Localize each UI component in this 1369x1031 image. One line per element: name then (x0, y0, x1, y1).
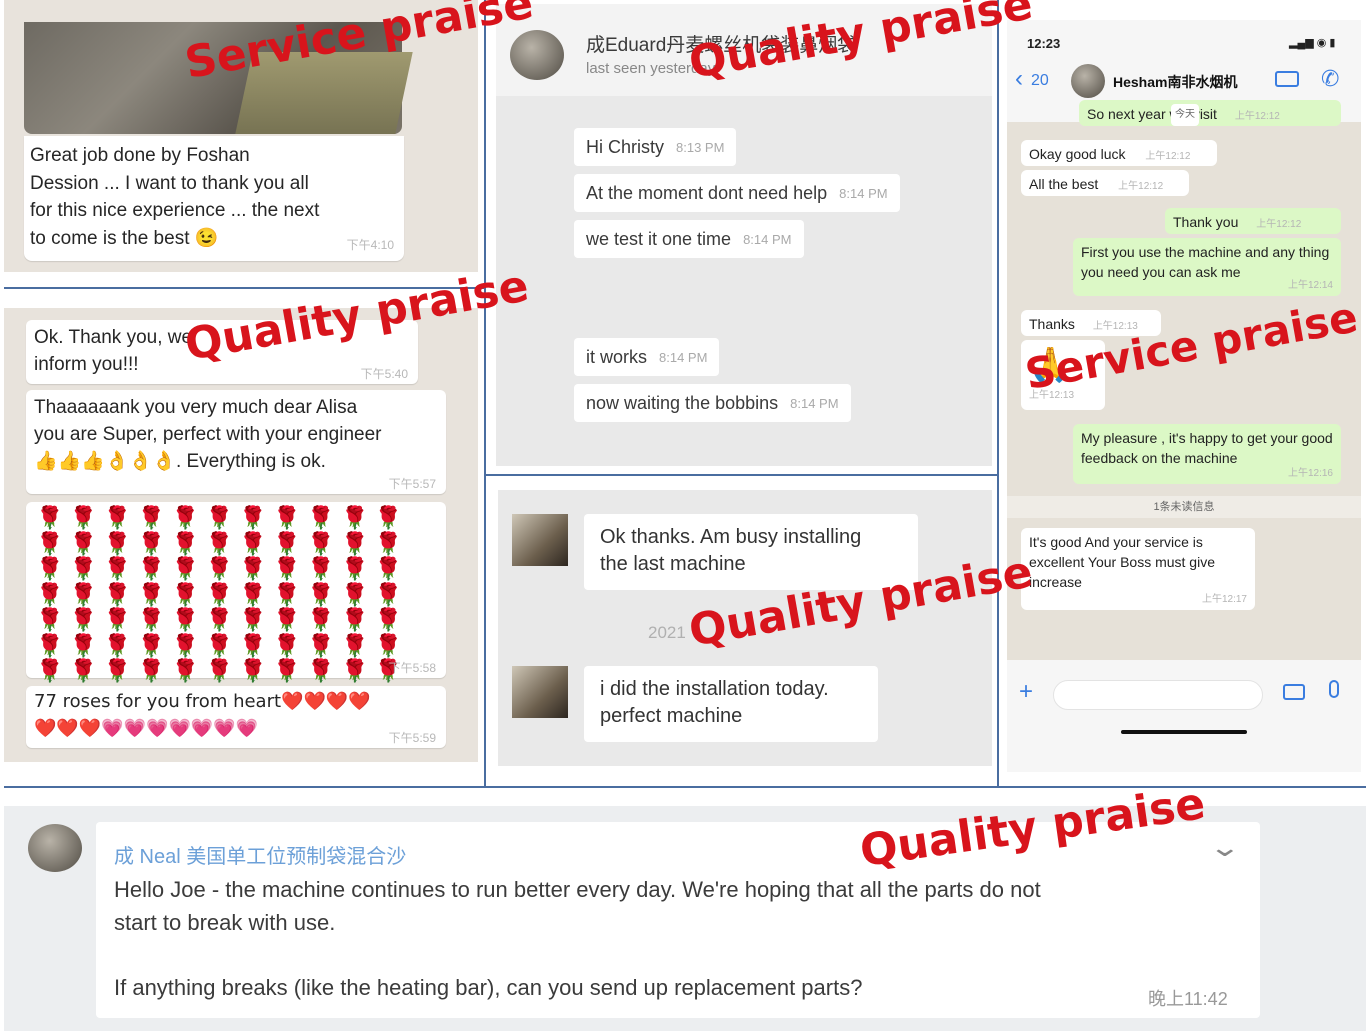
avatar[interactable] (1071, 64, 1105, 98)
back-count[interactable]: 20 (1031, 72, 1049, 90)
message-bubble: My pleasure , it's happy to get your goo… (1073, 424, 1341, 484)
message-line: to come is the best 😉 (30, 227, 219, 249)
microphone-icon[interactable] (1329, 680, 1339, 698)
timestamp: 8:14 PM (839, 185, 888, 201)
panel-alisa: Ok. Thank you, we inform you!!! 下午5:40 T… (4, 308, 478, 762)
back-chevron-icon[interactable]: ‹ (1015, 66, 1023, 92)
roses-grid: 🌹🌹🌹🌹🌹🌹🌹🌹🌹🌹🌹🌹🌹🌹🌹🌹🌹🌹🌹🌹🌹🌹🌹🌹🌹🌹🌹🌹🌹🌹🌹🌹🌹🌹🌹🌹🌹🌹🌹🌹… (36, 506, 409, 684)
message-bubble: It's good And your service is excellent … (1021, 528, 1255, 610)
message-text: Okay good luck (1029, 146, 1126, 162)
message-line: for this nice experience ... the next (30, 200, 320, 221)
avatar[interactable] (510, 30, 564, 80)
timestamp: 晚上11:42 (1148, 989, 1228, 1009)
timestamp: 8:14 PM (790, 395, 839, 411)
message-bubble: Thaaaaaank you very much dear Alisa you … (26, 390, 446, 494)
message-input[interactable] (1053, 680, 1263, 710)
timestamp: 下午4:10 (346, 238, 394, 252)
message-bubble: 🌹🌹🌹🌹🌹🌹🌹🌹🌹🌹🌹🌹🌹🌹🌹🌹🌹🌹🌹🌹🌹🌹🌹🌹🌹🌹🌹🌹🌹🌹🌹🌹🌹🌹🌹🌹🌹🌹🌹🌹… (26, 502, 446, 684)
message-card: 成 Neal 美国单工位预制袋混合沙 ⌄ Hello Joe - the mac… (96, 822, 1260, 1018)
status-time: 12:23 (1027, 36, 1061, 51)
timestamp: 上午12:17 (1201, 594, 1247, 605)
message-line: the last machine (600, 553, 746, 575)
divider (486, 474, 998, 476)
message-bubble: At the moment dont need help 8:14 PM (574, 174, 900, 212)
message-bubble: Great job done by Foshan Dession ... I w… (24, 136, 404, 261)
panel-phone: 12:23 ▂▄▆ ◉ ▮ ‹ 20 Hesham南非水烟机 ✆ So next… (1007, 20, 1361, 772)
message-bubble: it works 8:14 PM (574, 338, 720, 376)
contact-name[interactable]: Hesham南非水烟机 (1113, 72, 1237, 92)
message-line: you are Super, perfect with your enginee… (34, 424, 382, 445)
divider (997, 0, 999, 786)
message-text: Thank you (1173, 214, 1239, 230)
message-line: Dession ... I want to thank you all (30, 172, 309, 194)
message-bubble: Hi Christy 8:13 PM (574, 128, 737, 166)
message-text: we test it one time (586, 228, 732, 249)
video-call-icon[interactable] (1275, 71, 1299, 87)
unread-separator: 1条未读信息 (1007, 496, 1361, 518)
message-text: now waiting the bobbins (586, 392, 779, 413)
timestamp: 下午5:57 (388, 477, 436, 491)
timestamp: 8:14 PM (659, 349, 708, 365)
unread-label: 1条未读信息 (1153, 501, 1215, 513)
message-bubble: So next year will visit 上午12:12 今天 (1079, 100, 1341, 126)
message-line: Hello Joe - the machine continues to run… (114, 877, 1041, 902)
timestamp: 上午12:12 (1118, 181, 1164, 192)
message-line: ❤️❤️❤️💗💗💗💗💗💗💗 (34, 718, 259, 739)
home-indicator (1121, 730, 1247, 734)
message-line: Thaaaaaank you very much dear Alisa (34, 397, 358, 418)
message-line: start to break with use. (114, 910, 336, 935)
date-separator: 2021 (648, 623, 686, 642)
message-bubble: All the best 上午12:12 (1021, 170, 1189, 196)
message-text: All the best (1029, 176, 1099, 192)
message-bubble: now waiting the bobbins 8:14 PM (574, 384, 851, 422)
message-line: Great job done by Foshan (30, 145, 250, 166)
message-bubble: First you use the machine and any thing … (1073, 238, 1341, 296)
signal-icon: ▂▄▆ ◉ ▮ (1289, 37, 1336, 49)
avatar[interactable] (512, 514, 568, 566)
message-bubble: i did the installation today. perfect ma… (584, 666, 878, 742)
timestamp: 上午12:14 (1287, 280, 1333, 291)
avatar[interactable] (512, 666, 568, 718)
message-text: it works (586, 346, 648, 367)
phone-call-icon[interactable]: ✆ (1321, 66, 1339, 92)
message-line: inform you!!! (34, 354, 139, 375)
message-line: 77 roses for you from heart❤️❤️❤️❤️ (34, 691, 371, 712)
message-line: i did the installation today. (600, 678, 829, 700)
message-text: At the moment dont need help (586, 182, 828, 203)
timestamp: 下午5:40 (360, 367, 408, 381)
timestamp: 8:13 PM (676, 139, 725, 155)
input-bar: + (1007, 660, 1361, 772)
message-bubble: we test it one time 8:14 PM (574, 220, 804, 258)
message-bubble: Okay good luck 上午12:12 (1021, 140, 1217, 166)
message-text: My pleasure , it's happy to get your goo… (1081, 430, 1333, 466)
camera-icon[interactable] (1283, 684, 1305, 700)
chevron-down-icon[interactable]: ⌄ (1209, 832, 1242, 863)
message-line: Ok. Thank you, we (34, 327, 193, 348)
sender-name[interactable]: 成 Neal 美国单工位预制袋混合沙 (114, 840, 406, 869)
timestamp: 8:14 PM (743, 231, 792, 247)
message-text: Hi Christy (586, 136, 665, 157)
add-icon[interactable]: + (1019, 678, 1033, 706)
timestamp: 上午12:16 (1287, 468, 1333, 479)
message-text: It's good And your service is excellent … (1029, 534, 1215, 590)
message-bubble: 77 roses for you from heart❤️❤️❤️❤️ ❤️❤️… (26, 686, 446, 748)
timestamp: 下午5:59 (388, 731, 436, 745)
timestamp: 上午12:12 (1234, 111, 1280, 122)
message-line: If anything breaks (like the heating bar… (114, 975, 863, 1000)
message-line: perfect machine (600, 705, 743, 727)
avatar[interactable] (28, 824, 82, 872)
message-text: Thanks (1029, 316, 1075, 332)
message-line: Ok thanks. Am busy installing (600, 526, 862, 548)
today-chip: 今天 (1171, 104, 1199, 126)
timestamp: 上午12:12 (1145, 151, 1191, 162)
message-line: 👍👍👍👌👌👌. Everything is ok. (34, 451, 326, 472)
divider (484, 0, 486, 786)
message-bubble: Thank you 上午12:12 (1165, 208, 1341, 234)
timestamp: 下午5:58 (388, 661, 436, 675)
timestamp: 上午12:12 (1256, 219, 1302, 230)
